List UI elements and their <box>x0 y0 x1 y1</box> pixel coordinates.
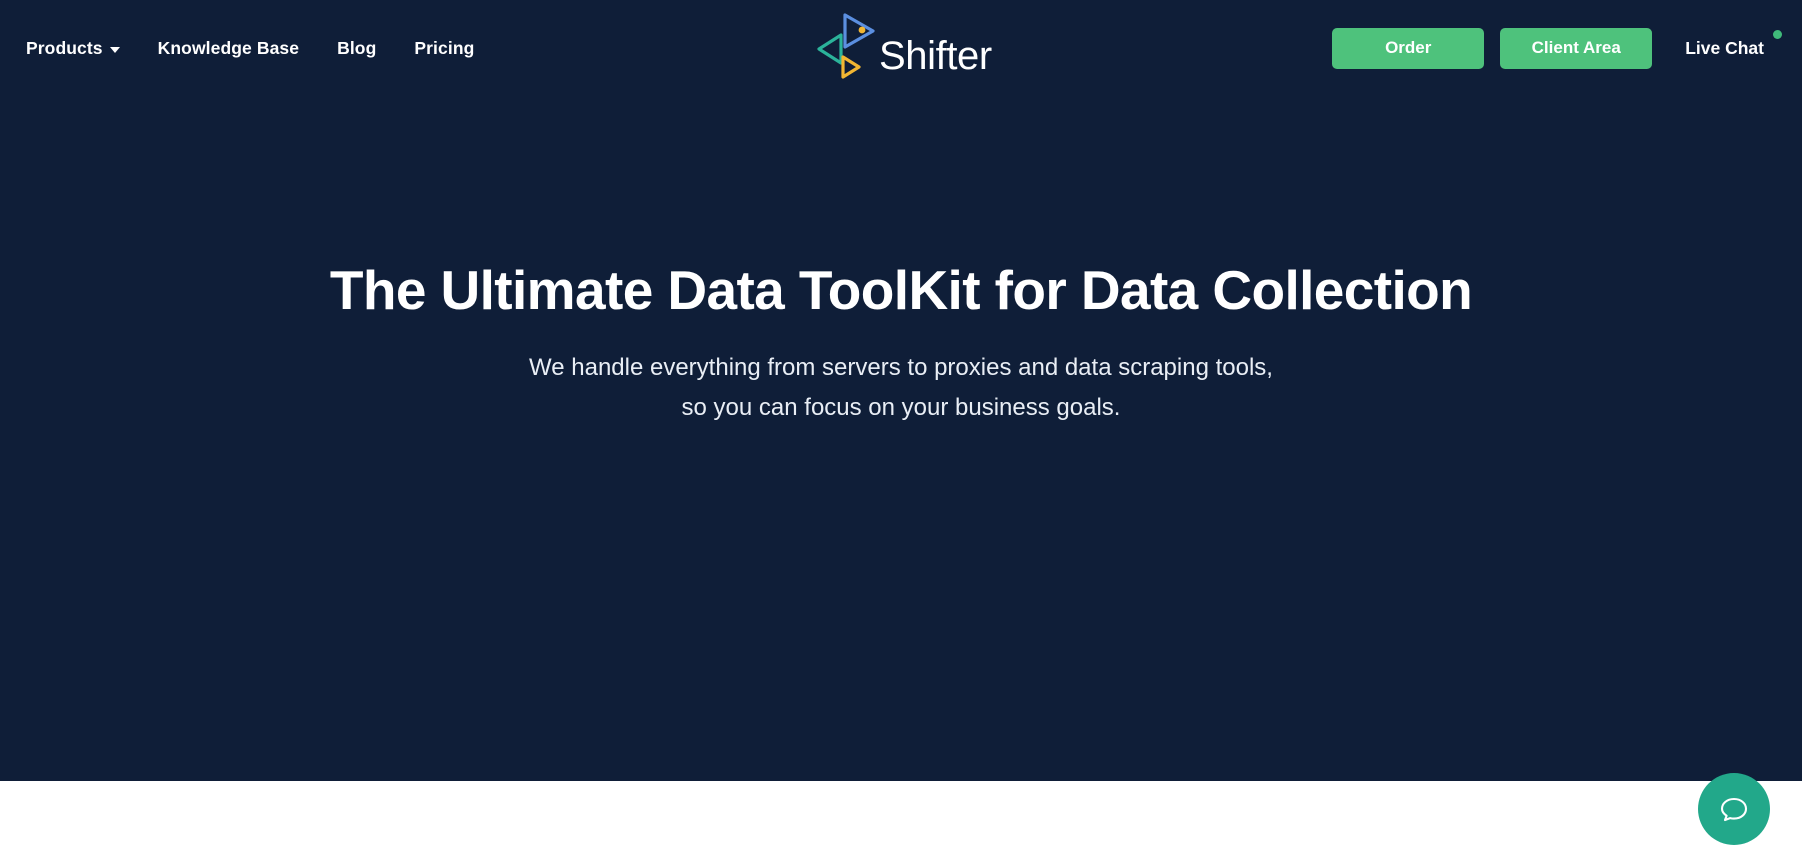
speech-bubble-icon <box>1720 797 1748 822</box>
hero-subtitle-line-2: so you can focus on your business goals. <box>681 394 1121 421</box>
hero-subtitle: We handle everything from servers to pro… <box>0 348 1802 428</box>
page-title: The Ultimate Data ToolKit for Data Colle… <box>329 259 1473 321</box>
order-button[interactable]: Order <box>1332 27 1485 69</box>
live-chat-label: Live Chat <box>1685 37 1764 58</box>
site-logo[interactable]: Shifter <box>815 4 992 92</box>
hero-section: Products Knowledge Base Blog Pricing Shi… <box>0 0 1802 781</box>
hero-subtitle-line-1: We handle everything from servers to pro… <box>529 354 1273 381</box>
nav-item-pricing[interactable]: Pricing <box>414 38 474 59</box>
nav-actions: Order Client Area Live Chat <box>1332 0 1782 96</box>
landing-page: Products Knowledge Base Blog Pricing Shi… <box>0 0 1802 863</box>
top-navigation: Products Knowledge Base Blog Pricing Shi… <box>0 0 1802 96</box>
hero-illustration <box>0 500 1802 781</box>
nav-item-blog[interactable]: Blog <box>337 38 376 59</box>
nav-links: Products Knowledge Base Blog Pricing <box>0 38 474 59</box>
logo-icon <box>815 9 883 87</box>
live-chat-link[interactable]: Live Chat <box>1685 29 1782 59</box>
nav-item-products[interactable]: Products <box>26 38 120 59</box>
chevron-down-icon <box>109 46 120 53</box>
logo-text: Shifter <box>879 33 992 78</box>
nav-item-knowledge-base[interactable]: Knowledge Base <box>158 38 299 59</box>
online-status-dot <box>1773 29 1782 39</box>
chat-widget-button[interactable] <box>1698 773 1770 845</box>
nav-item-products-label: Products <box>26 37 103 58</box>
client-area-button[interactable]: Client Area <box>1500 27 1653 69</box>
